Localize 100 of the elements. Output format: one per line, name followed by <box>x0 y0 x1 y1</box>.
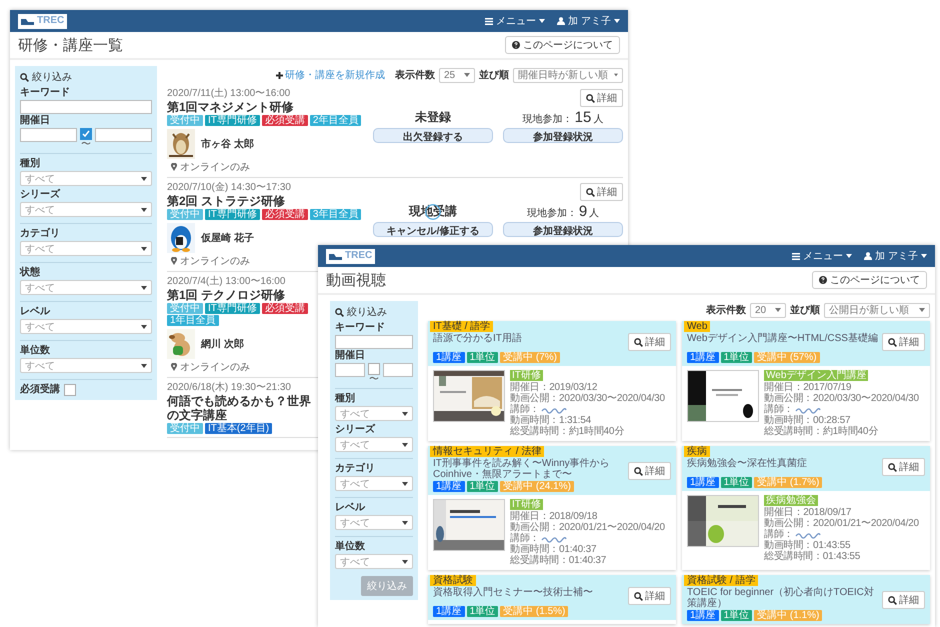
tag: 受付中 <box>167 115 203 126</box>
attendance-count: 9 <box>578 203 588 220</box>
menu-icon <box>485 18 494 24</box>
detail-button[interactable]: 詳細 <box>628 462 671 480</box>
checkbox[interactable] <box>80 128 92 140</box>
field-label: カテゴリ <box>20 228 61 240</box>
field-label: カテゴリ <box>335 463 376 475</box>
category-tag: IT基礎 / 語学 <box>430 321 494 332</box>
video-title[interactable]: IT刑事事件を読み解く〜Winny事件からCoinhive・無限アラートまで〜 <box>433 458 624 480</box>
tag: 3年目全員 <box>310 209 362 220</box>
field-label: シリーズ <box>335 424 376 436</box>
question-icon <box>512 41 520 49</box>
course-date: 2020/7/4(土) 13:00〜16:00 <box>167 276 286 287</box>
field-label: 必須受講 <box>20 384 60 396</box>
date-field[interactable] <box>383 363 413 377</box>
location-pin-icon <box>171 363 177 371</box>
tag: 2年目全員 <box>310 115 362 126</box>
attendance-label: 現地参加： <box>522 112 573 126</box>
filter-heading: 絞り込み <box>347 306 387 319</box>
action-button[interactable]: 出欠登録する <box>373 128 493 143</box>
tag: 1講座 <box>433 352 465 363</box>
menu-icon <box>792 252 800 260</box>
select-field[interactable]: 20 <box>750 302 786 318</box>
info-text: 総受講時間：約1時間40分 <box>510 426 624 437</box>
field-label: 単位数 <box>20 345 51 357</box>
help-button[interactable]: このページについて <box>812 271 927 289</box>
attendance-count: 15 <box>574 109 592 126</box>
detail-button[interactable]: 詳細 <box>580 89 623 107</box>
attendance-label: 現地参加： <box>526 206 577 220</box>
logo-text: TREC <box>37 16 64 26</box>
search-icon <box>888 338 897 346</box>
select-field[interactable]: 25 <box>439 68 475 82</box>
detail-button[interactable]: 詳細 <box>580 183 623 201</box>
attendance-unit: 人 <box>593 113 604 126</box>
info-text: 総受講時間：01:40:37 <box>510 555 606 566</box>
keyword-field[interactable] <box>335 335 413 349</box>
registration-status: 未登録 <box>415 109 451 126</box>
course-title[interactable]: 第1回 テクノロジ研修 <box>167 288 315 302</box>
menu-button[interactable]: メニュー <box>485 14 546 28</box>
field-label: 表示件数 <box>395 68 435 82</box>
category-tag: 資格試験 / 語学 <box>684 575 758 586</box>
course-title[interactable]: 第1回マネジメント研修 <box>167 100 373 114</box>
search-icon <box>634 338 643 346</box>
tag: 1講座 <box>433 606 465 617</box>
field-label: 状態 <box>20 267 41 279</box>
tag: 必須受講 <box>262 115 308 126</box>
video-title[interactable]: Webデザイン入門講座〜HTML/CSS基礎編 <box>687 333 878 344</box>
detail-button[interactable]: 詳細 <box>882 591 925 609</box>
course-title[interactable]: 何語でも読めるかも？世界の文字講座 <box>167 394 315 422</box>
video-title[interactable]: TOEIC for beginner（初心者向けTOEIC対策講座） <box>687 587 878 609</box>
tag: 受講中 (7%) <box>500 352 560 363</box>
field-label: 開催日 <box>20 115 51 127</box>
date-field[interactable] <box>335 363 365 377</box>
course-title[interactable]: 第2回 ストラテジ研修 <box>167 194 373 208</box>
page-title: 研修・講座一覧 <box>18 36 123 54</box>
info-text: 総受講時間：01:43:55 <box>764 551 860 562</box>
select-field[interactable]: 公開日が新しい順 <box>824 302 930 318</box>
video-title[interactable]: 資格取得入門セミナー〜技術士補〜 <box>433 587 624 598</box>
caret-icon <box>141 286 147 290</box>
detail-button[interactable]: 詳細 <box>882 458 925 476</box>
create-link[interactable]: 研修・講座を新規作成 <box>276 68 385 82</box>
field-label: キーワード <box>335 322 386 334</box>
select-field[interactable]: 開催日時が新しい順 <box>513 68 623 82</box>
menu-button[interactable]: メニュー <box>792 249 852 263</box>
question-icon <box>819 276 827 284</box>
date-field[interactable] <box>95 128 152 142</box>
tag: 受講中 (1.5%) <box>500 606 568 617</box>
range-separator: 〜 <box>369 375 379 384</box>
checkbox[interactable] <box>64 384 76 396</box>
keyword-field[interactable] <box>20 100 152 114</box>
detail-button[interactable]: 詳細 <box>628 333 671 351</box>
action-button[interactable]: 参加登録状況 <box>503 128 623 143</box>
action-button[interactable]: キャンセル/修正する <box>373 222 493 237</box>
caret-icon <box>919 308 925 312</box>
caret-icon <box>402 482 408 486</box>
caret-icon <box>141 176 147 180</box>
series-tag: IT研修 <box>510 499 543 510</box>
caret-icon <box>775 308 781 312</box>
caret-icon <box>921 254 927 258</box>
user-menu[interactable]: 加 アミ子 <box>557 14 620 28</box>
info-text: 講師： <box>510 533 540 544</box>
location-text: オンラインのみ <box>180 361 250 374</box>
tag: 1講座 <box>687 610 719 621</box>
video-title[interactable]: 疾病勉強会〜深在性真菌症 <box>687 458 878 469</box>
search-icon <box>20 72 29 82</box>
tag: 1単位 <box>466 606 498 617</box>
category-tag: 資格試験 <box>430 575 476 586</box>
detail-button[interactable]: 詳細 <box>882 333 925 351</box>
tag: 1講座 <box>687 352 719 363</box>
date-field[interactable] <box>20 128 77 142</box>
detail-button[interactable]: 詳細 <box>628 587 671 605</box>
caret-icon <box>141 246 147 250</box>
video-title[interactable]: 語源で分かるIT用語 <box>433 333 624 344</box>
action-button[interactable]: 参加登録状況 <box>503 222 623 237</box>
user-menu[interactable]: 加 アミ子 <box>864 249 927 263</box>
help-button[interactable]: このページについて <box>505 36 620 54</box>
tag: 1単位 <box>466 352 498 363</box>
tag: 必須受講 <box>262 209 308 220</box>
instructor-name: 網川 次郎 <box>201 337 244 351</box>
checkbox[interactable] <box>368 363 380 375</box>
